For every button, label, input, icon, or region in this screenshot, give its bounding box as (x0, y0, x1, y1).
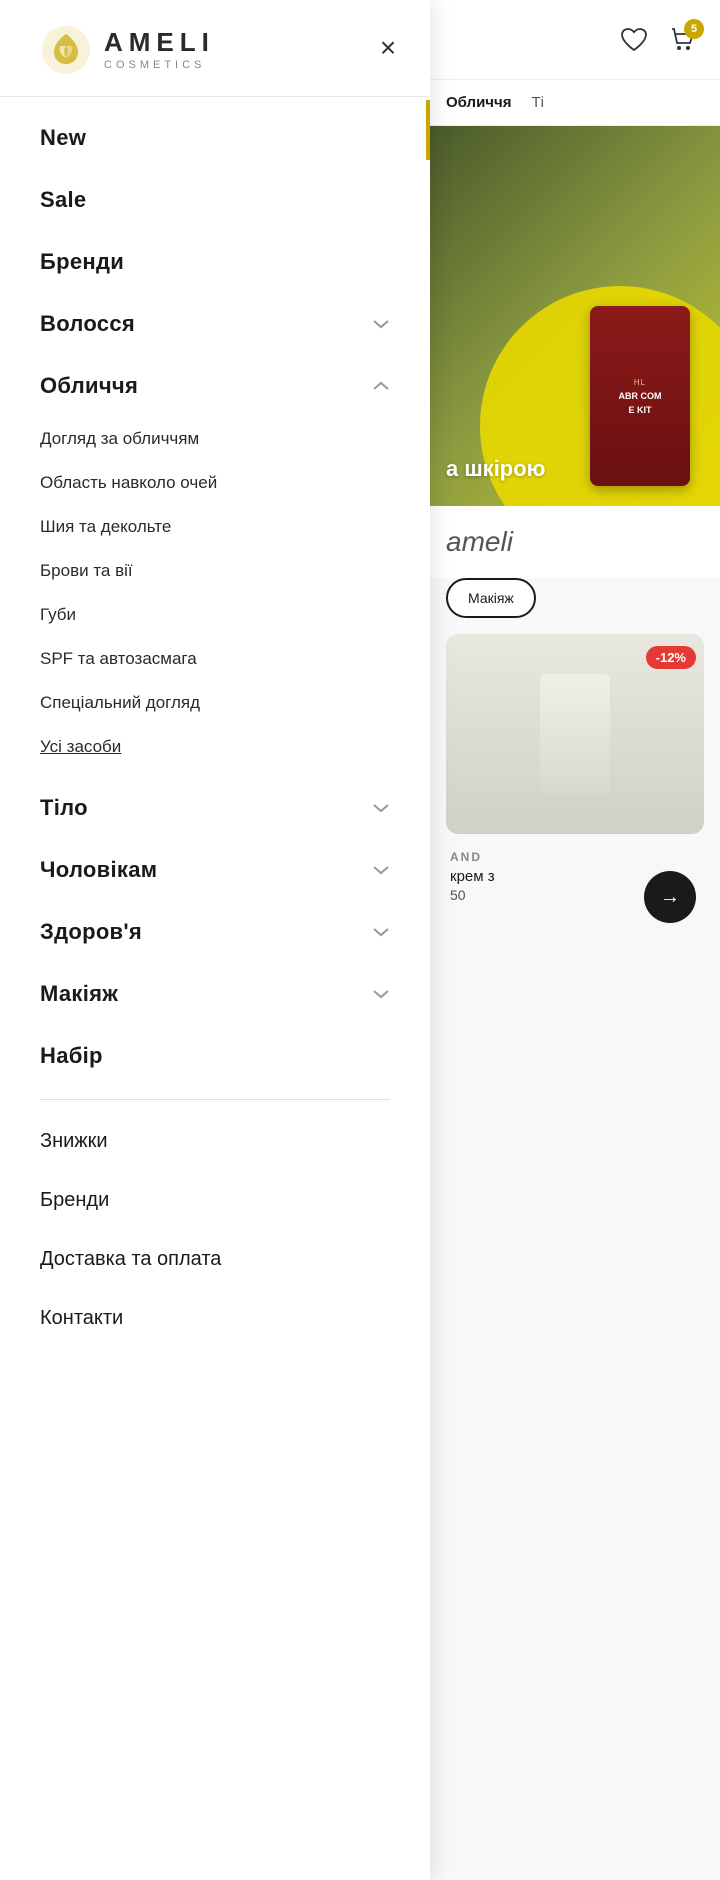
logo-text: AMELI COSMETICS (104, 29, 215, 71)
nav-item-set[interactable]: Набір (0, 1025, 430, 1087)
hero-text: а шкірою (446, 456, 545, 482)
nav-item-contacts-label: Контакти (40, 1307, 123, 1330)
submenu-item-face-care[interactable]: Догляд за обличчям (0, 417, 430, 461)
submenu-item-eye-area[interactable]: Область навколо очей (0, 461, 430, 505)
tab-face[interactable]: Обличчя (446, 94, 511, 111)
product-package: HL ABR COM E KIT (590, 306, 690, 486)
nav-item-sale[interactable]: Sale (0, 169, 430, 231)
submenu-item-spf[interactable]: SPF та автозасмага (0, 637, 430, 681)
wishlist-button[interactable] (620, 27, 648, 53)
nav-item-men[interactable]: Чоловікам (0, 839, 430, 901)
category-buttons: Макіяж (430, 578, 720, 634)
men-chevron-down-icon (372, 864, 390, 876)
makeup-chevron-down-icon (372, 988, 390, 1000)
hero-banner: а шкірою HL ABR COM E KIT (430, 126, 720, 506)
nav-item-hair[interactable]: Волосся (0, 293, 430, 355)
nav-item-discounts-label: Знижки (40, 1130, 108, 1153)
nav-overlay: AMELI COSMETICS × New Sale Бренди Волосс… (0, 0, 430, 1880)
next-button[interactable]: → (644, 871, 696, 923)
nav-item-body-label: Тіло (40, 795, 88, 821)
nav-item-makeup-label: Макіяж (40, 981, 118, 1007)
nav-item-new-label: New (40, 125, 86, 151)
header-icons: 5 (620, 27, 696, 53)
nav-item-makeup[interactable]: Макіяж (0, 963, 430, 1025)
nav-item-face[interactable]: Обличчя (0, 355, 430, 417)
nav-item-set-label: Набір (40, 1043, 103, 1069)
product-label: HL (634, 378, 646, 387)
right-tabs: Обличчя Ті (430, 80, 720, 126)
nav-item-brands2[interactable]: Бренди (0, 1171, 430, 1230)
logo[interactable]: AMELI COSMETICS (40, 24, 215, 76)
discount-badge: -12% (646, 646, 696, 669)
nav-item-contacts[interactable]: Контакти (0, 1289, 430, 1348)
chevron-up-icon (372, 380, 390, 392)
nav-item-hair-label: Волосся (40, 311, 135, 337)
tab-body[interactable]: Ті (531, 94, 544, 111)
nav-item-delivery-label: Доставка та оплата (40, 1248, 221, 1271)
product-card: -12% → AND крем з 50 (430, 634, 720, 903)
nav-item-delivery[interactable]: Доставка та оплата (0, 1230, 430, 1289)
brand-section: ameli (430, 506, 720, 578)
submenu-item-special[interactable]: Спеціальний догляд (0, 681, 430, 725)
nav-item-brands[interactable]: Бренди (0, 231, 430, 293)
right-content: Обличчя Ті а шкірою HL ABR COM E KIT ame… (430, 80, 720, 1880)
health-chevron-down-icon (372, 926, 390, 938)
nav-item-brands-label: Бренди (40, 249, 124, 275)
product-image-placeholder (540, 674, 610, 794)
nav-header: AMELI COSMETICS × (0, 0, 430, 97)
body-chevron-down-icon (372, 802, 390, 814)
nav-separator (40, 1099, 390, 1100)
submenu-item-neck[interactable]: Шия та декольте (0, 505, 430, 549)
face-submenu: Догляд за обличчям Область навколо очей … (0, 417, 430, 777)
category-btn-makeup[interactable]: Макіяж (446, 578, 536, 618)
nav-accent-divider (426, 100, 430, 160)
nav-item-face-label: Обличчя (40, 373, 138, 399)
nav-list: New Sale Бренди Волосся Обличчя (0, 97, 430, 1358)
submenu-item-lips[interactable]: Губи (0, 593, 430, 637)
nav-item-brands2-label: Бренди (40, 1189, 109, 1212)
nav-item-body[interactable]: Тіло (0, 777, 430, 839)
logo-icon (40, 24, 92, 76)
close-button[interactable]: × (370, 30, 406, 66)
nav-item-sale-label: Sale (40, 187, 86, 213)
nav-item-discounts[interactable]: Знижки (0, 1112, 430, 1171)
product-brand: AND (450, 850, 700, 864)
product-name-label: ABR COM (619, 391, 662, 401)
submenu-item-brows[interactable]: Брови та вії (0, 549, 430, 593)
submenu-item-all[interactable]: Усі засоби (0, 725, 430, 769)
brand-logo-text: ameli (446, 526, 513, 558)
cart-button[interactable]: 5 (668, 27, 696, 53)
nav-item-men-label: Чоловікам (40, 857, 157, 883)
nav-item-health[interactable]: Здоров'я (0, 901, 430, 963)
logo-subtitle: COSMETICS (104, 59, 215, 71)
nav-item-health-label: Здоров'я (40, 919, 142, 945)
arrow-right-icon: → (660, 886, 680, 909)
logo-name: AMELI (104, 29, 215, 55)
nav-item-new[interactable]: New (0, 107, 430, 169)
product-sub-label: E KIT (628, 405, 651, 415)
cart-badge: 5 (684, 19, 704, 39)
chevron-down-icon (372, 318, 390, 330)
